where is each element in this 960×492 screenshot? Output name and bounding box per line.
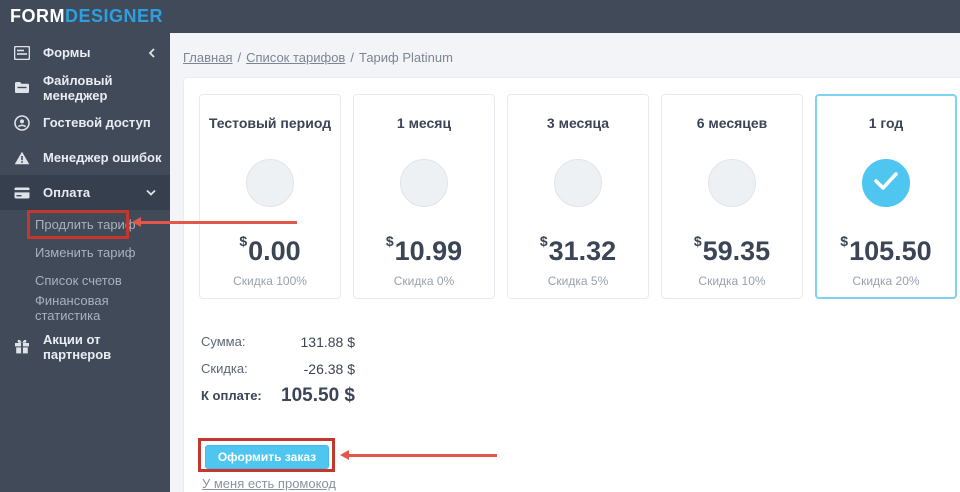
plan-title: Тестовый период [208,115,332,131]
plan-discount: Скидка 0% [393,274,455,288]
content-panel: Тестовый период $0.00 Скидка 100% 1 меся… [183,77,960,492]
price-value: 31.32 [548,236,617,266]
sidebar-item-file-manager[interactable]: Файловый менеджер [0,70,170,105]
promo-code-link[interactable]: У меня есть промокод [202,476,336,491]
summary-label: К оплате: [201,388,262,403]
plan-discount: Скидка 100% [233,274,307,288]
plan-discount: Скидка 5% [547,274,609,288]
summary-row-discount: Скидка: -26.38 $ [201,355,381,382]
plan-price: $31.32 [508,227,648,265]
breadcrumb-current: Тариф Platinum [358,50,453,65]
plan-price: $59.35 [662,227,802,265]
sidebar-item-error-manager[interactable]: Менеджер ошибок [0,140,170,175]
chevron-left-icon [148,47,156,58]
plan-price: $105.50 [817,227,955,265]
sidebar-item-payment[interactable]: Оплата [0,175,170,210]
subitem-label: Продлить тариф [35,216,136,232]
warning-icon [13,149,30,166]
main-content: Главная / Список тарифов / Тариф Platinum Те… [170,33,960,492]
plan-radio-unchecked[interactable] [554,159,602,207]
sidebar-item-partner-offers[interactable]: Акции от партнеров [0,329,170,364]
price-value: 59.35 [702,236,771,266]
subitem-label: Список счетов [35,272,122,288]
breadcrumb-separator: / [350,50,354,65]
plan-radio-unchecked[interactable] [400,159,448,207]
breadcrumb-link-tariff-list[interactable]: Список тарифов [246,50,345,65]
logo-text-accent: DESIGNER [65,6,164,26]
logo-text-primary: FORM [10,6,65,26]
price-value: 10.99 [394,236,463,266]
sidebar-subitem-change-tariff[interactable]: Изменить тариф [0,238,170,266]
sidebar-item-guest-access[interactable]: Гостевой доступ [0,105,170,140]
plan-price: $0.00 [200,227,340,265]
summary-value: 105.50 $ [281,384,355,406]
plan-title: 1 год [868,115,904,131]
app-logo[interactable]: FORMDESIGNER [10,0,163,33]
breadcrumb: Главная / Список тарифов / Тариф Platinum [183,50,453,65]
sidebar-item-forms[interactable]: Формы [0,35,170,70]
summary-value: -26.38 $ [303,360,355,377]
plan-radio-unchecked[interactable] [246,159,294,207]
plan-price: $10.99 [354,227,494,265]
sidebar-item-label: Оплата [43,185,91,200]
summary-row-total: К оплате: 105.50 $ [201,382,381,409]
form-icon [13,44,30,61]
top-bar: FORMDESIGNER [0,0,960,33]
currency-sign: $ [539,233,548,249]
sidebar-item-label: Файловый менеджер [43,72,113,103]
price-value: 0.00 [248,236,301,266]
plan-title: 3 месяца [546,115,610,131]
folder-icon [13,79,30,96]
plan-discount: Скидка 10% [698,274,766,288]
sidebar-item-label: Гостевой доступ [43,115,151,130]
checkmark-icon [873,171,899,196]
order-button[interactable]: Оформить заказ [205,445,329,469]
plan-discount: Скидка 20% [852,274,920,288]
sidebar-item-label: Акции от партнеров [43,331,112,362]
breadcrumb-separator: / [237,50,242,65]
currency-sign: $ [385,233,394,249]
sidebar-subitem-invoice-list[interactable]: Список счетов [0,266,170,294]
subitem-label: Изменить тариф [35,244,136,260]
order-summary: Сумма: 131.88 $ Скидка: -26.38 $ К оплат… [201,328,381,409]
plan-radio-unchecked[interactable] [708,159,756,207]
currency-sign: $ [239,233,248,249]
summary-value: 131.88 $ [300,333,356,350]
plan-cards: Тестовый период $0.00 Скидка 100% 1 меся… [199,94,960,299]
sidebar-item-label: Формы [43,45,91,60]
gift-icon [13,338,30,355]
plan-card-6-months[interactable]: 6 месяцев $59.35 Скидка 10% [661,94,803,299]
user-circle-icon [13,114,30,131]
page: FORMDESIGNER Формы Файловый менеджер Гос… [0,0,960,492]
price-value: 105.50 [849,236,932,266]
currency-sign: $ [693,233,702,249]
summary-label: Сумма: [201,334,246,349]
plan-card-3-months[interactable]: 3 месяца $31.32 Скидка 5% [507,94,649,299]
sidebar: Формы Файловый менеджер Гостевой доступ … [0,33,170,492]
plan-card-test-period[interactable]: Тестовый период $0.00 Скидка 100% [199,94,341,299]
plan-radio-checked[interactable] [862,159,910,207]
currency-sign: $ [840,233,849,249]
subitem-label: Финансовая статистика [35,293,109,323]
summary-label: Скидка: [201,361,248,376]
breadcrumb-link-home[interactable]: Главная [183,50,232,65]
chevron-down-icon [146,189,156,196]
plan-title: 6 месяцев [696,115,768,131]
summary-row-sum: Сумма: 131.88 $ [201,328,381,355]
sidebar-subitem-extend-tariff[interactable]: Продлить тариф [0,210,170,238]
sidebar-subitem-financial-stats[interactable]: Финансовая статистика [0,293,170,323]
sidebar-item-label: Менеджер ошибок [43,150,162,165]
plan-card-1-year-selected[interactable]: 1 год $105.50 Скидка 20% [815,94,957,299]
credit-card-icon [13,184,30,201]
plan-title: 1 месяц [396,115,452,131]
plan-card-1-month[interactable]: 1 месяц $10.99 Скидка 0% [353,94,495,299]
